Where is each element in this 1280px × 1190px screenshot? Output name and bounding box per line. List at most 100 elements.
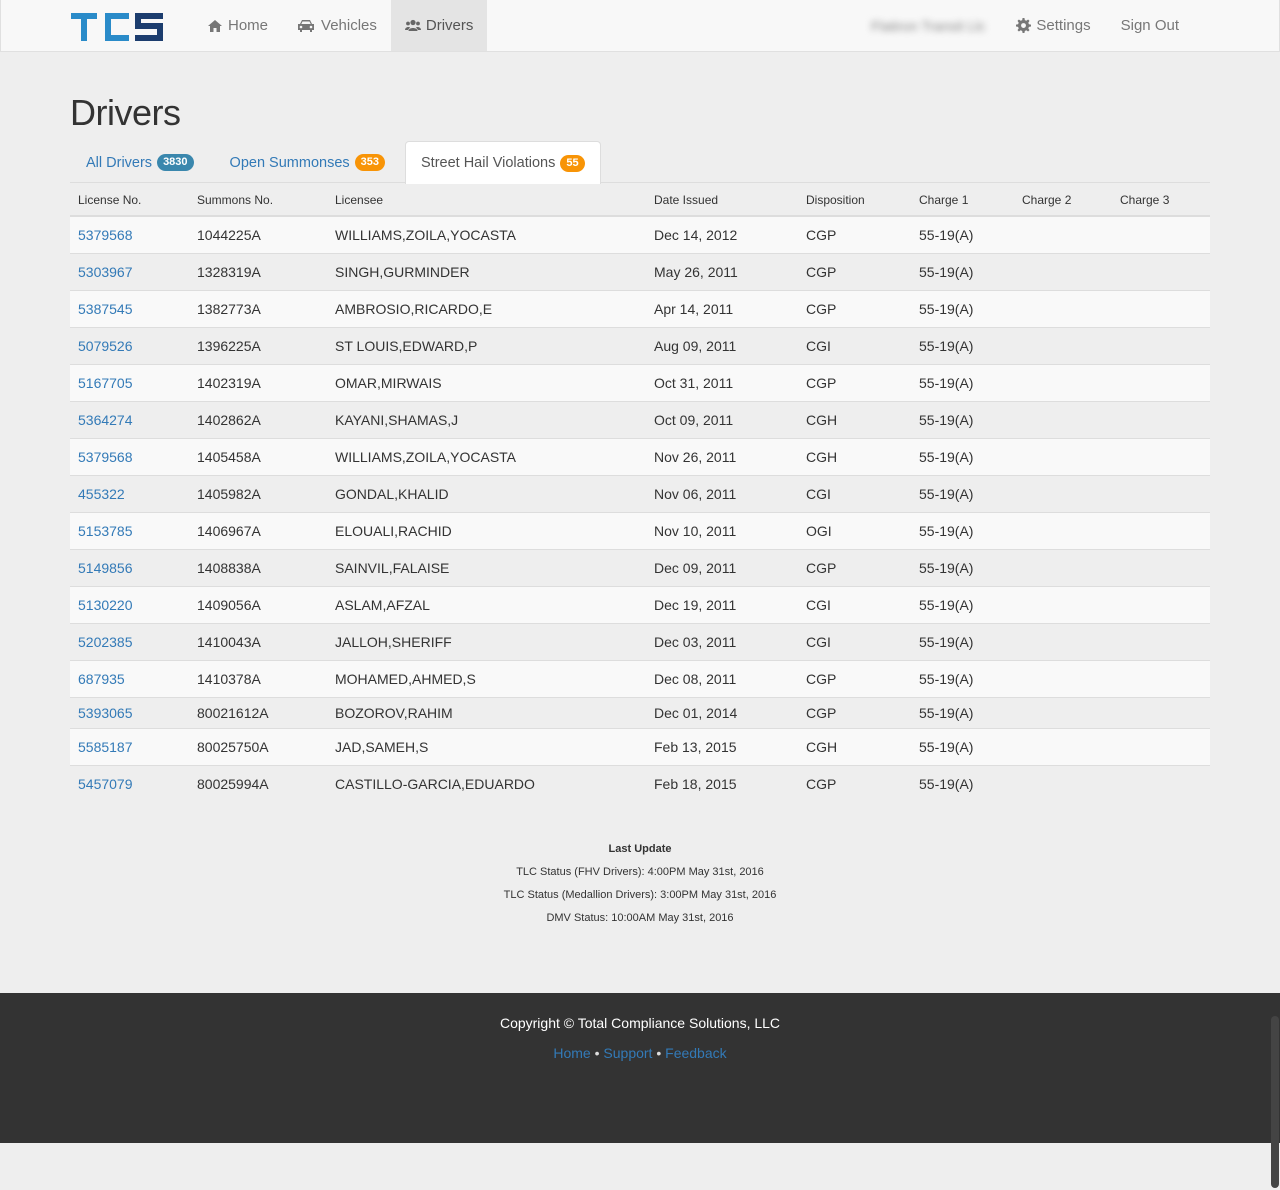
table-cell [1014,437,1112,475]
count-badge: 3830 [157,154,194,171]
nav-vehicles-label: Vehicles [321,17,377,34]
table-cell [1014,289,1112,327]
table-row: 5393065 80021612A BOZOROV,RAHIM Dec 01, 201… [70,696,1210,728]
table-cell: CASTILLO-GARCIA,EDUARDO [327,764,646,802]
table-cell: JALLOH,SHERIFF [327,622,646,660]
table-cell [1014,696,1112,728]
table-cell: 55-19(A) [911,252,1014,290]
tab-street-hail-violations[interactable]: Street Hail Violations 55 [405,141,601,184]
table-cell [1014,215,1112,253]
table-cell: CGP [798,289,911,327]
table-cell: 1396225A [189,326,327,364]
table-cell: SAINVIL,FALAISE [327,548,646,586]
table-cell [1014,659,1112,697]
table-cell: 55-19(A) [911,474,1014,512]
column-header[interactable]: License No. [70,184,189,217]
count-badge: 353 [354,154,385,171]
table-cell: 55-19(A) [911,622,1014,660]
table-cell: CGP [798,252,911,290]
column-header[interactable]: Charge 3 [1112,184,1210,217]
license-link[interactable]: 5079526 [78,338,133,354]
license-link[interactable]: 5149856 [78,560,133,576]
table-cell: CGP [798,548,911,586]
license-link[interactable]: 5303967 [78,264,133,280]
license-link[interactable]: 5585187 [78,739,133,755]
table-cell: 55-19(A) [911,363,1014,401]
nav-drivers[interactable]: Drivers [390,0,488,51]
table-cell [1112,326,1210,364]
table-row: 5149856 1408838A SAINVIL,FALAISE Dec 09, 20… [70,548,1210,586]
nav-settings[interactable]: Settings [1001,0,1105,51]
nav-sign-out[interactable]: Sign Out [1106,0,1194,51]
tab-label: All Drivers [86,154,153,171]
license-link[interactable]: 455322 [78,486,125,502]
license-link[interactable]: 5379568 [78,227,133,243]
table-cell [1112,585,1210,623]
license-link[interactable]: 5130220 [78,597,133,613]
nav-sign-out-label: Sign Out [1120,17,1179,34]
tab-open-summonses[interactable]: Open Summonses 353 [214,141,401,183]
nav-home[interactable]: Home [193,0,282,51]
table-cell: 5585187 [70,727,189,765]
table-cell [1014,548,1112,586]
table-cell: ST LOUIS,EDWARD,P [327,326,646,364]
table-cell: CGI [798,474,911,512]
column-header[interactable]: Disposition [798,184,911,217]
table-cell [1014,474,1112,512]
table-cell: ASLAM,AFZAL [327,585,646,623]
table-cell: 687935 [70,659,189,697]
table-cell: 5130220 [70,585,189,623]
table-cell [1014,622,1112,660]
table-cell: 1409056A [189,585,327,623]
table-cell: CGP [798,764,911,802]
tab-all-drivers[interactable]: All Drivers 3830 [70,141,210,183]
table-cell: 55-19(A) [911,696,1014,728]
link-separator: • [594,1045,600,1061]
table-cell: 1402862A [189,400,327,438]
license-link[interactable]: 5393065 [78,705,133,721]
table-cell: Apr 14, 2011 [646,289,798,327]
table-cell [1112,696,1210,728]
table-cell: Nov 06, 2011 [646,474,798,512]
table-cell: 5153785 [70,511,189,549]
tcs-logo[interactable] [71,9,163,43]
table-cell [1112,215,1210,253]
table-header-row: License No. Summons No. Licensee Date Is… [70,184,1210,217]
license-link[interactable]: 5457079 [78,776,133,792]
column-header[interactable]: Charge 2 [1014,184,1112,217]
column-header[interactable]: Charge 1 [911,184,1014,217]
tab-label: Street Hail Violations [421,155,556,171]
table-row: 5379568 1044225A WILLIAMS,ZOILA,YOCASTA Dec… [70,215,1210,253]
column-header[interactable]: Summons No. [189,184,327,217]
footer-links: Home • Support • Feedback [0,1045,1280,1061]
license-link[interactable]: 5202385 [78,634,133,650]
footer-link-feedback[interactable]: Feedback [665,1045,726,1061]
table-cell: 80025750A [189,727,327,765]
table-cell: May 26, 2011 [646,252,798,290]
license-link[interactable]: 5153785 [78,523,133,539]
table-row: 5387545 1382773A AMBROSIO,RICARDO,E Apr 14,… [70,289,1210,327]
table-cell [1112,727,1210,765]
table-cell: 55-19(A) [911,659,1014,697]
scrollbar-thumb[interactable] [1271,1016,1279,1188]
table-cell: 5387545 [70,289,189,327]
table-cell: 55-19(A) [911,764,1014,802]
table-cell [1112,252,1210,290]
column-header[interactable]: Date Issued [646,184,798,217]
table-cell: Dec 03, 2011 [646,622,798,660]
table-cell: 55-19(A) [911,215,1014,253]
license-link[interactable]: 687935 [78,671,125,687]
footer-link-support[interactable]: Support [603,1045,652,1061]
license-link[interactable]: 5364274 [78,412,133,428]
license-link[interactable]: 5387545 [78,301,133,317]
table-cell [1014,585,1112,623]
column-header[interactable]: Licensee [327,184,646,217]
license-link[interactable]: 5379568 [78,449,133,465]
table-cell: Oct 31, 2011 [646,363,798,401]
license-link[interactable]: 5167705 [78,375,133,391]
last-update-title: Last Update [608,843,672,855]
footer-link-home[interactable]: Home [553,1045,590,1061]
nav-vehicles[interactable]: Vehicles [282,0,391,51]
table-row: 5303967 1328319A SINGH,GURMINDER May 26, 20… [70,252,1210,290]
table-cell [1014,511,1112,549]
